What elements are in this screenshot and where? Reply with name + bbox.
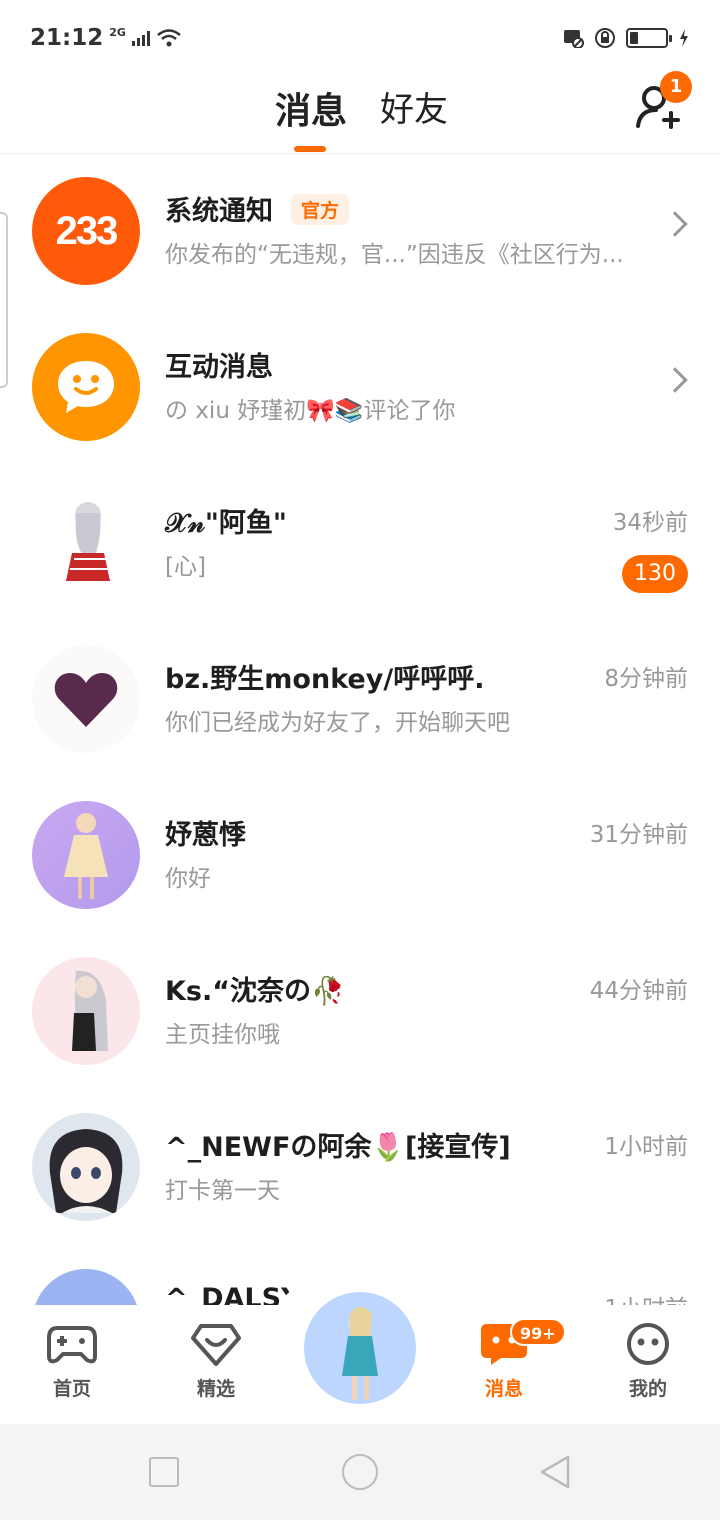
unread-badge: 130 [622,555,688,593]
list-item-system-notice[interactable]: 233 系统通知 官方 你发布的“无违规，官...”因违反《社区行为... [0,155,720,311]
gamepad-icon [47,1326,97,1364]
add-friend-badge: 1 [660,71,692,103]
active-tab-indicator [294,146,326,152]
signal-icon [131,30,150,46]
bottom-nav: 首页 精选 消息 99+ 我的 [0,1276,720,1424]
tab-messages[interactable]: 消息 [275,82,347,134]
nav-me[interactable]: 我的 [608,1322,688,1401]
home-button[interactable] [342,1454,378,1490]
list-item-chat[interactable]: 妤蒽悸 你好 31分钟前 [0,779,720,935]
recent-apps-button[interactable] [149,1457,179,1487]
status-time: 21:12 [30,25,104,51]
nav-label: 消息 [484,1378,523,1400]
charging-icon [680,29,688,47]
conversation-name: bz.野生monkey/呼呼呼. [165,664,485,695]
nav-featured[interactable]: 精选 [176,1322,256,1401]
chevron-right-icon [662,367,688,393]
nav-center-avatar[interactable] [304,1292,416,1404]
network-type: 2G [109,25,126,39]
conversation-time: 1小时前 [604,1289,688,1305]
system-nav-bar [0,1424,720,1520]
battery-icon [626,28,672,48]
nav-label: 首页 [52,1378,91,1400]
official-tag: 官方 [291,194,350,225]
avatar [32,645,140,753]
chat-face-icon [58,361,114,413]
rotation-lock-icon [595,28,615,48]
avatar-chat-face [32,333,140,441]
conversation-time: 34秒前 [612,510,688,536]
list-item-chat[interactable]: ^_NEWFの阿余🌷[接宣传] 打卡第一天 1小时前 [0,1091,720,1247]
conversation-name: 妤蒽悸 [165,820,246,851]
list-item-chat[interactable]: 𝒳𝓃"阿鱼" [心] 34秒前 130 [0,467,720,623]
no-notification-icon [564,30,584,48]
smiley-icon [627,1323,669,1365]
conversation-preview: 打卡第一天 [165,1178,280,1204]
wifi-icon [157,29,181,47]
messages-badge: 99+ [510,1318,566,1346]
nav-label: 我的 [628,1378,667,1400]
conversation-time: 44分钟前 [589,978,688,1004]
conversation-preview: の xiu 妤瑾初🎀📚评论了你 [165,398,456,424]
heart-icon [54,673,118,727]
conversation-name: 系统通知 官方 [165,189,350,228]
conversation-preview: 你好 [165,866,211,892]
conversation-name: ^_NEWFの阿余🌷[接宣传] [165,1132,511,1163]
status-bar: 21:12 2G [0,0,720,76]
avatar [32,1113,140,1221]
chevron-right-icon [662,211,688,237]
list-item-chat[interactable]: Ks.“沈奈の🥀 主页挂你哦 44分钟前 [0,935,720,1091]
conversation-name: 互动消息 [165,352,273,383]
avatar [32,489,140,597]
avatar [32,801,140,909]
nav-home[interactable]: 首页 [32,1322,112,1401]
avatar [32,1269,140,1305]
heart-diamond-icon [191,1324,241,1366]
conversation-list: 233 系统通知 官方 你发布的“无违规，官...”因违反《社区行为... 互动消… [0,155,720,1305]
conversation-preview: 你们已经成为好友了，开始聊天吧 [165,710,510,736]
top-tabs: 消息 好友 1 [0,71,720,154]
conversation-time: 8分钟前 [604,666,688,692]
nav-label: 精选 [196,1378,235,1400]
conversation-time: 31分钟前 [589,822,688,848]
avatar [32,957,140,1065]
back-button[interactable] [538,1454,572,1490]
conversation-preview: 主页挂你哦 [165,1022,280,1048]
conversation-name: 𝒳𝓃"阿鱼" [165,508,287,539]
character-avatar-image [66,502,110,581]
list-item-chat[interactable]: bz.野生monkey/呼呼呼. 你们已经成为好友了，开始聊天吧 8分钟前 [0,623,720,779]
tab-friends[interactable]: 好友 [380,82,448,131]
list-item-interactions[interactable]: 互动消息 の xiu 妤瑾初🎀📚评论了你 [0,311,720,467]
character-avatar-image [64,813,108,899]
conversation-preview: [心] [165,554,206,580]
conversation-time: 1小时前 [604,1134,688,1160]
conversation-preview: 你发布的“无违规，官...”因违反《社区行为... [165,242,624,268]
conversation-name: Ks.“沈奈の🥀 [165,976,345,1007]
avatar-233: 233 [32,177,140,285]
character-avatar-image [72,970,108,1051]
character-avatar-image [49,1129,123,1213]
character-avatar-image [342,1307,378,1400]
